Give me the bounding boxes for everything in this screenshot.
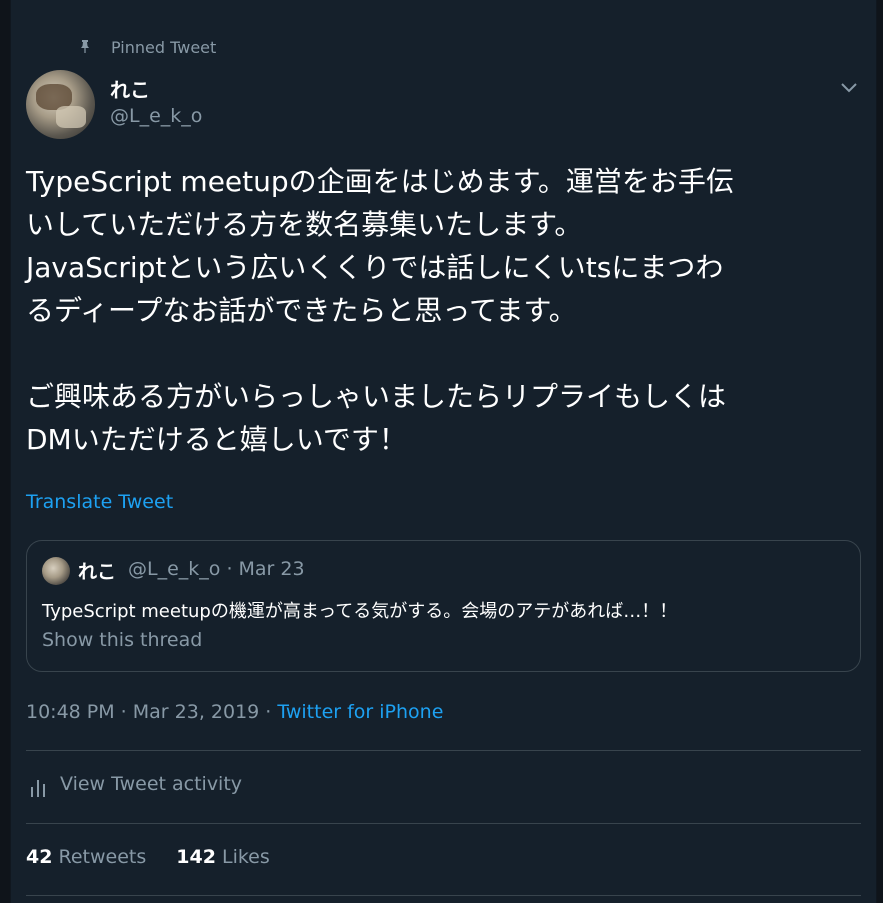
likes-stat[interactable]: 142 Likes xyxy=(176,846,270,868)
retweets-stat[interactable]: 42 Retweets xyxy=(26,846,146,868)
tweet-text: TypeScript meetupの企画をはじめます。運営をお手伝 いしていただ… xyxy=(26,165,734,456)
quote-author-name: れこ xyxy=(78,561,117,583)
divider xyxy=(26,750,861,751)
quoted-tweet-card[interactable]: れこ @L_e_k_o · Mar 23 TypeScript meetupの機… xyxy=(26,540,861,672)
quote-text: TypeScript meetupの機運が高まってる気がする。会場のアテがあれば… xyxy=(42,601,678,622)
likes-label: Likes xyxy=(221,846,270,868)
chevron-down-icon[interactable] xyxy=(840,80,858,94)
tweet-detail-panel: Pinned Tweet れこ @L_e_k_o TypeScript meet… xyxy=(10,0,877,903)
bar-chart-icon xyxy=(31,780,45,797)
author-handle[interactable]: @L_e_k_o xyxy=(110,105,202,127)
pinned-label: Pinned Tweet xyxy=(111,38,217,57)
quote-handle-date: @L_e_k_o · Mar 23 xyxy=(128,558,305,580)
retweets-label: Retweets xyxy=(58,846,147,868)
divider xyxy=(26,823,861,824)
tweet-source-link[interactable]: Twitter for iPhone xyxy=(277,701,443,723)
quote-avatar xyxy=(42,557,70,585)
avatar[interactable] xyxy=(26,70,95,139)
divider xyxy=(26,895,861,896)
retweets-count: 42 xyxy=(26,846,53,868)
likes-count: 142 xyxy=(176,846,216,868)
pin-icon xyxy=(81,40,89,53)
translate-tweet-link[interactable]: Translate Tweet xyxy=(26,491,173,513)
tweet-meta: 10:48 PM · Mar 23, 2019 · Twitter for iP… xyxy=(26,701,443,723)
tweet-timestamp[interactable]: 10:48 PM · Mar 23, 2019 · xyxy=(26,701,277,723)
show-thread-link[interactable]: Show this thread xyxy=(42,629,202,651)
tweet-stats: 42 Retweets 142 Likes xyxy=(26,846,270,868)
author-name[interactable]: れこ xyxy=(110,74,150,103)
view-tweet-activity-link[interactable]: View Tweet activity xyxy=(60,773,242,795)
